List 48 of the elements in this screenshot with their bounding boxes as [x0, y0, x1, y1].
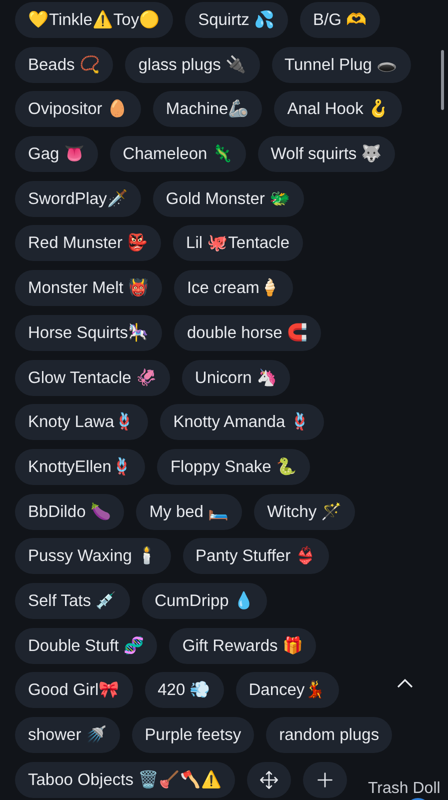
tag-chip[interactable]: CumDripp 💧	[142, 582, 268, 619]
tag-chip[interactable]: KnottyEllen🪢	[15, 448, 146, 485]
scrollbar[interactable]	[441, 50, 444, 110]
tag-chip[interactable]: Ovipositor 🥚	[15, 91, 141, 128]
tag-chip[interactable]: My bed 🛏	[136, 494, 242, 530]
plus-icon	[316, 770, 334, 789]
tag-chip[interactable]: Purple feetsy	[132, 717, 254, 753]
tag-chip[interactable]: Ice cream🍦	[174, 270, 294, 306]
tag-chip[interactable]: Monster Melt 👹	[15, 270, 162, 306]
tag-chip[interactable]: SwordPlay🗡	[15, 180, 141, 217]
tag-chip[interactable]: Double Stuft 🧬	[15, 628, 158, 664]
tag-chip[interactable]: Chameleon 🦎	[110, 136, 246, 172]
move-icon	[259, 770, 280, 790]
tag-chip[interactable]: Good Girl🎀	[15, 672, 133, 708]
move-button[interactable]	[247, 762, 292, 798]
tag-chip[interactable]: Beads 📿	[15, 46, 114, 83]
tag-chip[interactable]: Dancey💃	[236, 672, 339, 708]
tag-chip[interactable]: Witchy 🪄	[254, 494, 356, 530]
tag-chip[interactable]: Gold Monster 🐲	[152, 180, 304, 217]
corner-label: Trash Doll	[368, 780, 440, 797]
tag-chip[interactable]: glass plugs 🔌	[125, 46, 260, 83]
tag-chip[interactable]: Gag 👅	[15, 136, 98, 172]
tag-chip[interactable]: Pussy Waxing 🕯	[15, 538, 171, 574]
tag-chip[interactable]: Glow Tentacle 🦑	[15, 360, 170, 396]
tag-chip[interactable]: Knoty Lawa🪢	[15, 404, 148, 440]
tag-chip[interactable]: Self Tats 💉	[15, 582, 130, 619]
tag-chip[interactable]: Gift Rewards 🎁	[169, 628, 316, 664]
tag-chip[interactable]: Wolf squirts 🐺	[258, 136, 396, 172]
tag-chip[interactable]: random plugs	[266, 717, 392, 753]
tag-chip[interactable]: B/G 🫶	[300, 2, 380, 38]
add-button[interactable]	[303, 762, 348, 798]
tag-chip[interactable]: Horse Squirts🎠	[15, 314, 162, 351]
tag-chip[interactable]: Knotty Amanda 🪢	[160, 404, 324, 440]
tag-chip[interactable]: Anal Hook 🪝	[274, 91, 402, 128]
tag-chip[interactable]: Tunnel Plug 🕳	[272, 46, 411, 83]
tag-chip[interactable]: Taboo Objects 🗑🪠🪓⚠	[15, 762, 236, 798]
tag-chip[interactable]: Squirtz 💦	[185, 2, 288, 38]
tag-chip[interactable]: Lil 🐙Tentacle	[173, 225, 303, 262]
tag-chip[interactable]: 420 💨	[144, 672, 224, 708]
tag-chip[interactable]: shower 🚿	[15, 717, 120, 753]
tag-chip[interactable]: Red Munster 👺	[15, 225, 162, 262]
tag-chip[interactable]: double horse 🧲	[174, 314, 321, 351]
tag-chip[interactable]: Panty Stuffer 👙	[182, 538, 330, 574]
tag-chip[interactable]: Machine🦾	[152, 91, 262, 128]
tag-chip[interactable]: Floppy Snake 🐍	[157, 448, 310, 485]
tag-chip[interactable]: 💛Tinkle⚠Toy🟡	[15, 2, 174, 38]
tag-chip[interactable]: BbDildo 🍆	[15, 494, 124, 530]
tag-chip[interactable]: Unicorn 🦄	[182, 360, 290, 396]
